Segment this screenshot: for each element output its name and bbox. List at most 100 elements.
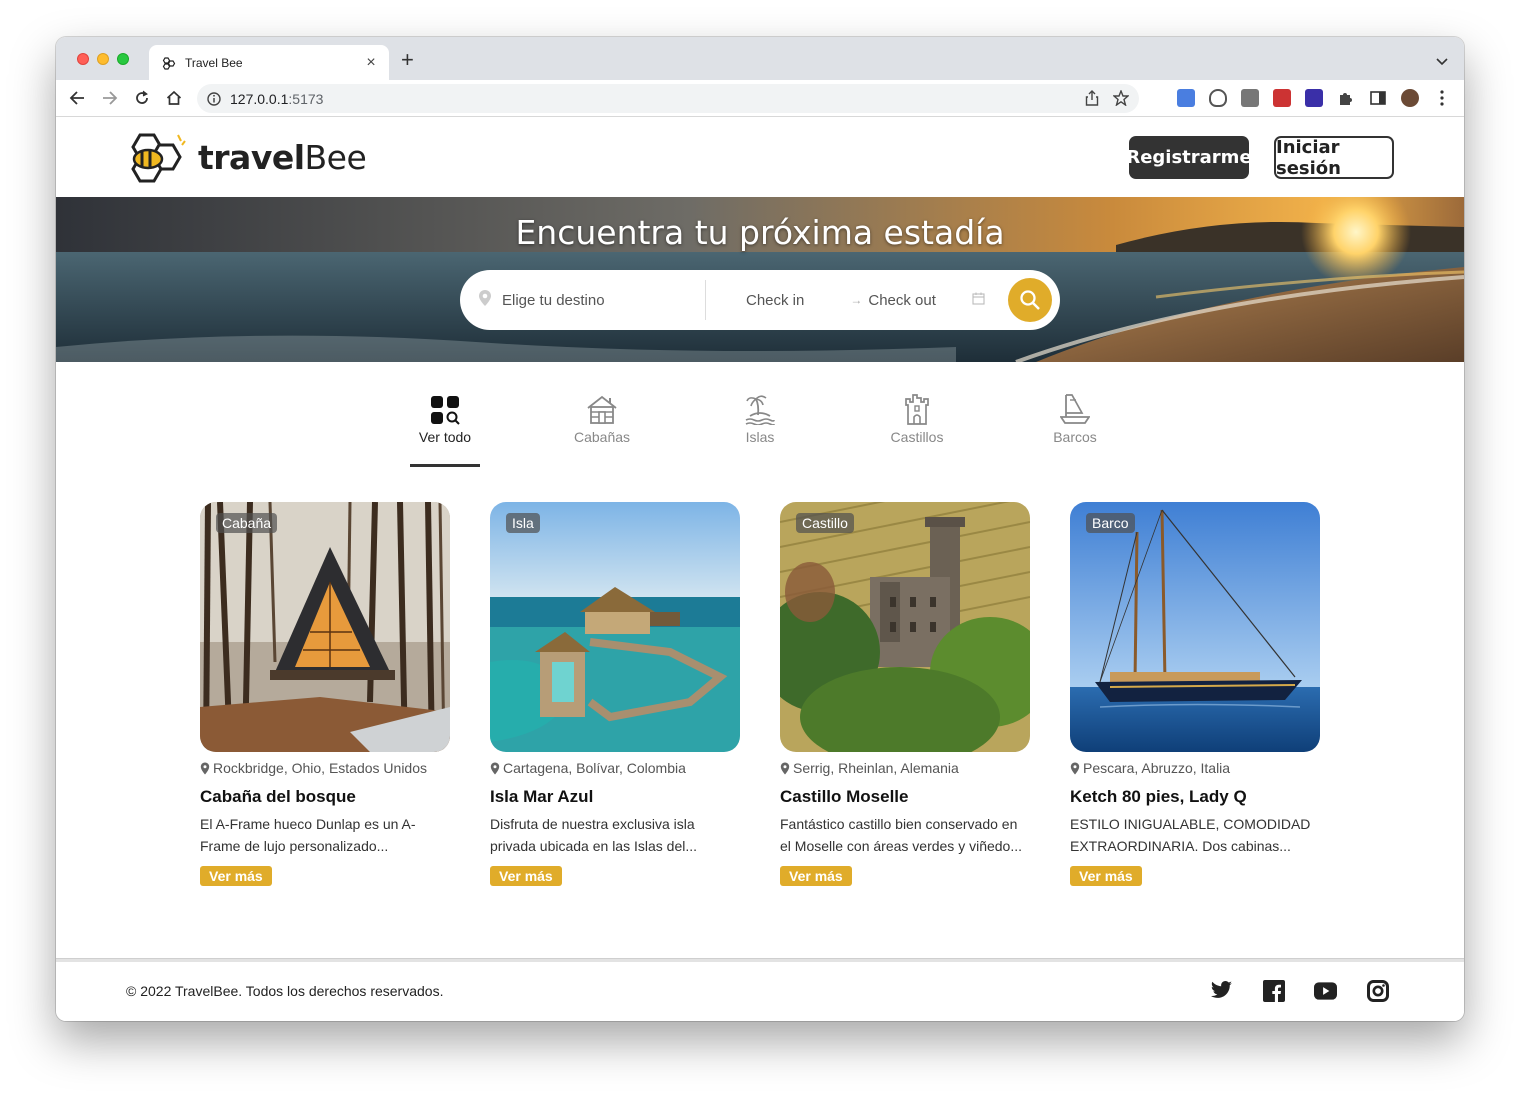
browser-toolbar: 127.0.0.1:5173: [56, 80, 1464, 117]
listing-location: Rockbridge, Ohio, Estados Unidos: [200, 760, 450, 776]
listing-title[interactable]: Isla Mar Azul: [490, 787, 740, 807]
listing-image[interactable]: Castillo: [780, 502, 1030, 752]
ver-mas-button[interactable]: Ver más: [200, 866, 272, 886]
login-button[interactable]: Iniciar sesión: [1274, 136, 1394, 179]
checkin-placeholder[interactable]: Check in: [746, 292, 804, 309]
location-pin-icon: [1070, 762, 1080, 774]
tab-strip: Travel Bee × +: [56, 37, 1464, 80]
site-header: travelBee Registrarme Iniciar sesión: [56, 117, 1464, 197]
puzzle-extensions-icon[interactable]: [1337, 89, 1355, 107]
tab-label: Ver todo: [418, 429, 472, 445]
listing-title[interactable]: Castillo Moselle: [780, 787, 1030, 807]
search-button[interactable]: [1008, 278, 1052, 322]
close-window-button[interactable]: [77, 53, 89, 65]
tab-ver-todo[interactable]: Ver todo: [400, 389, 490, 445]
tab-label: Barcos: [1053, 429, 1097, 445]
grid-search-icon: [431, 396, 460, 425]
minimize-window-button[interactable]: [97, 53, 109, 65]
youtube-icon[interactable]: [1314, 979, 1337, 1002]
share-icon[interactable]: [1085, 90, 1099, 109]
profile-avatar[interactable]: [1401, 89, 1419, 107]
reload-icon[interactable]: [132, 88, 152, 108]
listing-card[interactable]: Castillo Serrig, Rheinlan, Alemania Cast…: [780, 502, 1030, 886]
calendar-icon[interactable]: [972, 292, 985, 309]
ublock-extension-icon[interactable]: [1209, 89, 1227, 107]
location-pin-icon: [780, 762, 790, 774]
twitter-icon[interactable]: [1210, 979, 1233, 1002]
listing-description: Fantástico castillo bien conservado en e…: [780, 816, 1023, 854]
url-port: :5173: [288, 90, 324, 107]
bee-favicon-icon: [161, 55, 177, 71]
tab-barcos[interactable]: Barcos: [1030, 389, 1120, 445]
listing-image[interactable]: Cabaña: [200, 502, 450, 752]
browser-tab[interactable]: Travel Bee ×: [149, 45, 389, 80]
listing-card[interactable]: Isla Cartagena, Bolívar, Colombia Isla M…: [490, 502, 740, 886]
listing-card[interactable]: Cabaña Rockbridge, Ohio, Estados Unidos …: [200, 502, 450, 886]
tab-cabanas[interactable]: Cabañas: [557, 389, 647, 445]
bookmark-star-icon[interactable]: [1112, 89, 1130, 109]
maximize-window-button[interactable]: [117, 53, 129, 65]
destination-placeholder: Elige tu destino: [502, 291, 605, 309]
new-tab-button[interactable]: +: [401, 49, 414, 71]
red-extension-icon[interactable]: [1273, 89, 1291, 107]
address-bar[interactable]: 127.0.0.1:5173: [197, 84, 1139, 113]
category-badge: Cabaña: [216, 513, 278, 533]
travelbee-logo[interactable]: travelBee: [126, 131, 367, 183]
castle-icon: [905, 394, 929, 425]
tab-title: Travel Bee: [185, 55, 243, 70]
logo-wordmark: travelBee: [198, 137, 367, 177]
listing-location: Pescara, Abruzzo, Italia: [1070, 760, 1320, 776]
listing-card[interactable]: Barco Pescara, Abruzzo, Italia Ketch 80 …: [1070, 502, 1320, 886]
facebook-icon[interactable]: [1262, 979, 1285, 1002]
badge-extension-icon[interactable]: [1305, 89, 1323, 107]
listing-description: ESTILO INIGUALABLE, COMODIDAD EXTRAORDIN…: [1070, 816, 1311, 854]
window-controls: [77, 53, 129, 65]
ver-mas-button[interactable]: Ver más: [490, 866, 562, 886]
more-menu-icon[interactable]: [1433, 89, 1451, 107]
destination-field[interactable]: Elige tu destino: [460, 280, 706, 320]
search-icon: [1020, 290, 1040, 310]
category-badge: Castillo: [796, 513, 854, 533]
listing-description: El A-Frame hueco Dunlap es un A- Frame d…: [200, 816, 416, 854]
side-panel-icon[interactable]: [1369, 89, 1387, 107]
active-tab-indicator: [410, 464, 480, 467]
translate-extension-icon[interactable]: [1177, 89, 1195, 107]
castle-photo: [780, 502, 1030, 752]
close-tab-icon[interactable]: ×: [363, 54, 379, 72]
hero-title: Encuentra tu próxima estadía: [515, 213, 1005, 252]
listing-location: Cartagena, Bolívar, Colombia: [490, 760, 740, 776]
forward-arrow-icon[interactable]: [100, 88, 120, 108]
tab-islas[interactable]: Islas: [715, 389, 805, 445]
back-arrow-icon[interactable]: [67, 88, 87, 108]
sailboat-photo: [1070, 502, 1320, 752]
url-host: 127.0.0.1: [230, 90, 289, 107]
cabin-icon: [587, 395, 617, 424]
tab-castillos[interactable]: Castillos: [872, 389, 962, 445]
listing-image[interactable]: Isla: [490, 502, 740, 752]
location-pin-icon: [478, 289, 492, 311]
ver-mas-button[interactable]: Ver más: [1070, 866, 1142, 886]
instagram-icon[interactable]: [1366, 979, 1389, 1002]
social-links: [1210, 979, 1389, 1002]
home-icon[interactable]: [164, 88, 184, 108]
listing-title[interactable]: Cabaña del bosque: [200, 787, 450, 807]
copyright-text: © 2022 TravelBee. Todos los derechos res…: [126, 983, 444, 999]
search-bar: Elige tu destino Check in → Check out: [460, 270, 1060, 330]
category-badge: Barco: [1086, 513, 1135, 533]
location-pin-icon: [490, 762, 500, 774]
chevron-down-icon[interactable]: [1436, 53, 1448, 71]
date-range-field[interactable]: Check in → Check out: [746, 292, 985, 309]
hero-banner: Encuentra tu próxima estadía Elige tu de…: [56, 197, 1464, 362]
window-extension-icon[interactable]: [1241, 89, 1259, 107]
site-info-icon[interactable]: [207, 91, 221, 106]
tab-label: Islas: [745, 429, 775, 445]
checkout-placeholder[interactable]: Check out: [868, 292, 936, 309]
category-badge: Isla: [506, 513, 540, 533]
category-tabs: Ver todo Cabañas Islas Castillos Barcos: [56, 389, 1464, 469]
island-resort-photo: [490, 502, 740, 752]
listing-image[interactable]: Barco: [1070, 502, 1320, 752]
listing-title[interactable]: Ketch 80 pies, Lady Q: [1070, 787, 1320, 807]
register-button[interactable]: Registrarme: [1126, 136, 1252, 179]
ver-mas-button[interactable]: Ver más: [780, 866, 852, 886]
location-pin-icon: [200, 762, 210, 774]
